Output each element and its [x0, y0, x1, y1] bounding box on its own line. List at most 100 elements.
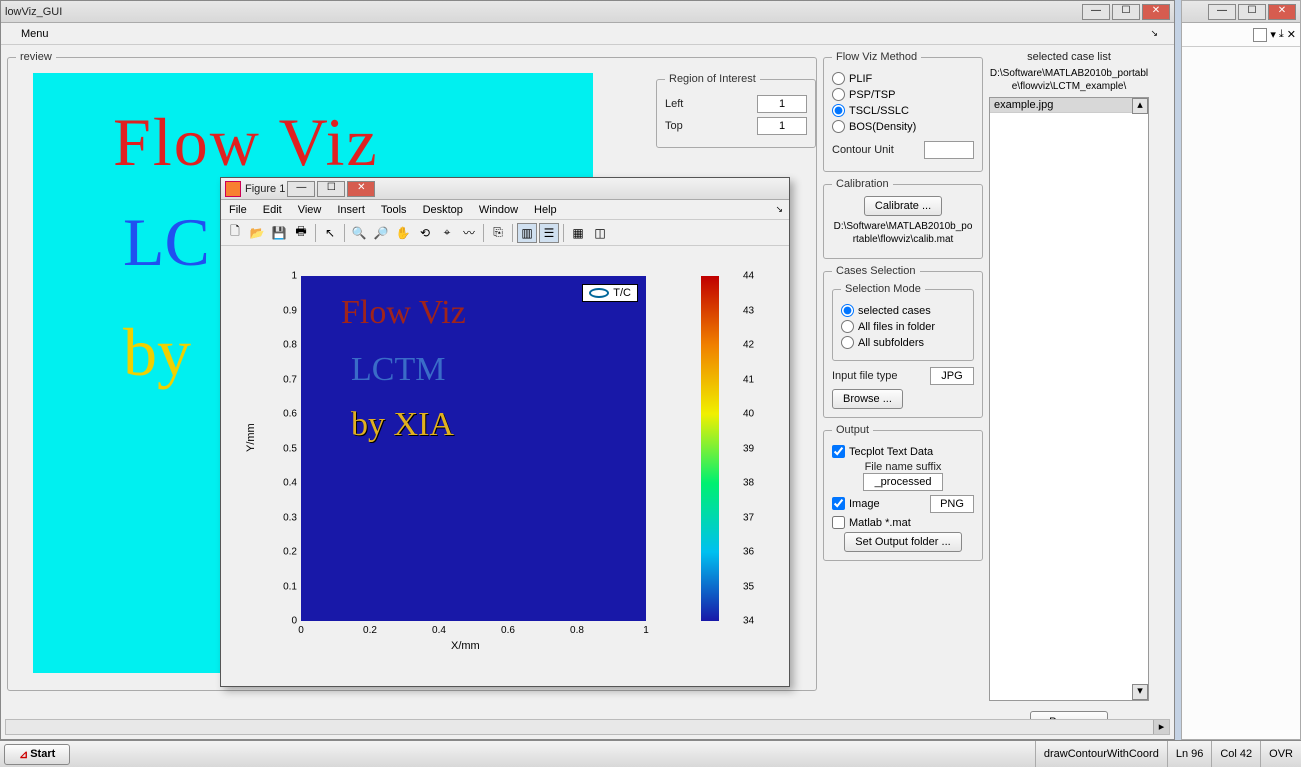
- scroll-down-button[interactable]: ▾: [1132, 684, 1148, 700]
- method-plif[interactable]: PLIF: [832, 72, 974, 85]
- ytick: 0.2: [283, 547, 297, 558]
- calibrate-button[interactable]: Calibrate ...: [864, 196, 942, 216]
- roi-top-input[interactable]: [757, 117, 807, 135]
- rotate-icon[interactable]: ⟲: [415, 223, 435, 243]
- roi-left-input[interactable]: [757, 95, 807, 113]
- plot-legend[interactable]: T/C: [582, 284, 638, 302]
- start-button[interactable]: ⊿ Start: [4, 744, 70, 765]
- menu-help[interactable]: Help: [526, 202, 565, 218]
- ytick: 0.9: [283, 305, 297, 316]
- figure-window: Figure 1 — ☐ ✕ File Edit View Insert Too…: [220, 177, 790, 687]
- maximize-button[interactable]: ☐: [1112, 4, 1140, 20]
- mode-all-subfolders[interactable]: All subfolders: [841, 336, 965, 349]
- figure-titlebar[interactable]: Figure 1 — ☐ ✕: [221, 178, 789, 200]
- menu-file[interactable]: File: [221, 202, 255, 218]
- bg-maximize-button[interactable]: ☐: [1238, 4, 1266, 20]
- zoom-out-icon[interactable]: 🔎: [371, 223, 391, 243]
- brush-icon[interactable]: 〰: [459, 223, 479, 243]
- menubar-more-icon[interactable]: ↘: [1150, 28, 1164, 39]
- main-titlebar[interactable]: lowViz_GUI — ☐ ✕: [1, 1, 1174, 23]
- colorbar-icon[interactable]: ▥: [517, 223, 537, 243]
- ytick: 0.8: [283, 340, 297, 351]
- cbtick: 38: [743, 478, 754, 489]
- hide-icon[interactable]: ▦: [568, 223, 588, 243]
- figure-menubar-more-icon[interactable]: ↘: [775, 204, 789, 215]
- axes[interactable]: Flow Viz LCTM by XIA T/C: [301, 276, 646, 621]
- method-bos[interactable]: BOS(Density): [832, 120, 974, 133]
- cbtick: 35: [743, 581, 754, 592]
- minimize-button[interactable]: —: [1082, 4, 1110, 20]
- menu-insert[interactable]: Insert: [329, 202, 373, 218]
- method-psp[interactable]: PSP/TSP: [832, 88, 974, 101]
- output-mat[interactable]: Matlab *.mat: [832, 516, 974, 529]
- output-tecplot[interactable]: Tecplot Text Data: [832, 445, 974, 458]
- figure-menubar: File Edit View Insert Tools Desktop Wind…: [221, 200, 789, 220]
- mode-selected-cases[interactable]: selected cases: [841, 304, 965, 317]
- plot-annotation-1: Flow Viz: [341, 294, 466, 332]
- dropdown-icon[interactable]: ▾: [1270, 28, 1276, 41]
- browse-button[interactable]: Browse ...: [832, 389, 903, 409]
- figure-title: Figure 1: [245, 183, 285, 195]
- figure-minimize-button[interactable]: —: [287, 181, 315, 197]
- output-panel: Output Tecplot Text Data File name suffi…: [823, 424, 983, 561]
- print-icon[interactable]: 🖶: [291, 223, 311, 243]
- tool-box-icon[interactable]: [1253, 28, 1267, 42]
- ylabel: Y/mm: [245, 423, 257, 452]
- datacursor-icon[interactable]: ⌖: [437, 223, 457, 243]
- menu-edit[interactable]: Edit: [255, 202, 290, 218]
- pointer-icon[interactable]: ↖: [320, 223, 340, 243]
- xtick: 0.4: [432, 625, 446, 636]
- contour-unit-label: Contour Unit: [832, 144, 894, 156]
- down-icon[interactable]: ⤓: [1279, 28, 1284, 41]
- bg-toolbar: ▾ ⤓ ✕: [1182, 23, 1300, 47]
- close-icon[interactable]: ✕: [1287, 28, 1296, 41]
- dock-icon[interactable]: ◫: [590, 223, 610, 243]
- scroll-up-button[interactable]: ▴: [1132, 98, 1148, 114]
- roi-panel: Region of Interest Left Top: [656, 73, 816, 148]
- cbtick: 44: [743, 271, 754, 282]
- horizontal-scrollbar[interactable]: ▸: [5, 719, 1170, 735]
- method-tscl[interactable]: TSCL/SSLC: [832, 104, 974, 117]
- legend-icon[interactable]: ☰: [539, 223, 559, 243]
- status-function: drawContourWithCoord: [1035, 741, 1167, 767]
- figure-close-button[interactable]: ✕: [347, 181, 375, 197]
- menu-main[interactable]: Menu: [11, 26, 59, 42]
- pan-icon[interactable]: ✋: [393, 223, 413, 243]
- roi-top-label: Top: [665, 120, 683, 132]
- image-format-input[interactable]: [930, 495, 974, 513]
- xtick: 0.2: [363, 625, 377, 636]
- case-listbox[interactable]: example.jpg ▴ ▾: [989, 97, 1149, 701]
- contour-unit-input[interactable]: [924, 141, 974, 159]
- link-icon[interactable]: ⎘: [488, 223, 508, 243]
- mode-all-files[interactable]: All files in folder: [841, 320, 965, 333]
- start-icon: ⊿: [19, 748, 28, 761]
- caselist-column: selected case list D:\Software\MATLAB201…: [989, 51, 1149, 733]
- suffix-input[interactable]: [863, 473, 943, 491]
- menu-window[interactable]: Window: [471, 202, 526, 218]
- method-legend: Flow Viz Method: [832, 51, 921, 63]
- output-image[interactable]: Image: [832, 497, 880, 510]
- legend-label: T/C: [613, 287, 631, 299]
- ytick: 0.6: [283, 409, 297, 420]
- new-icon[interactable]: 🗋: [225, 223, 245, 243]
- close-button[interactable]: ✕: [1142, 4, 1170, 20]
- open-icon[interactable]: 📂: [247, 223, 267, 243]
- preview-text-1: Flow Viz: [113, 103, 379, 182]
- bg-close-button[interactable]: ✕: [1268, 4, 1296, 20]
- save-icon[interactable]: 💾: [269, 223, 289, 243]
- list-item[interactable]: example.jpg: [990, 98, 1148, 113]
- plot-annotation-2: LCTM: [351, 351, 445, 389]
- scroll-right-icon[interactable]: ▸: [1153, 720, 1169, 734]
- set-output-folder-button[interactable]: Set Output folder ...: [844, 532, 961, 552]
- filetype-label: Input file type: [832, 370, 897, 382]
- ytick: 0.7: [283, 374, 297, 385]
- figure-maximize-button[interactable]: ☐: [317, 181, 345, 197]
- colorbar[interactable]: [701, 276, 719, 621]
- menu-desktop[interactable]: Desktop: [415, 202, 471, 218]
- menu-view[interactable]: View: [290, 202, 330, 218]
- bg-minimize-button[interactable]: —: [1208, 4, 1236, 20]
- zoom-in-icon[interactable]: 🔍: [349, 223, 369, 243]
- cbtick: 37: [743, 512, 754, 523]
- menu-tools[interactable]: Tools: [373, 202, 415, 218]
- filetype-input[interactable]: [930, 367, 974, 385]
